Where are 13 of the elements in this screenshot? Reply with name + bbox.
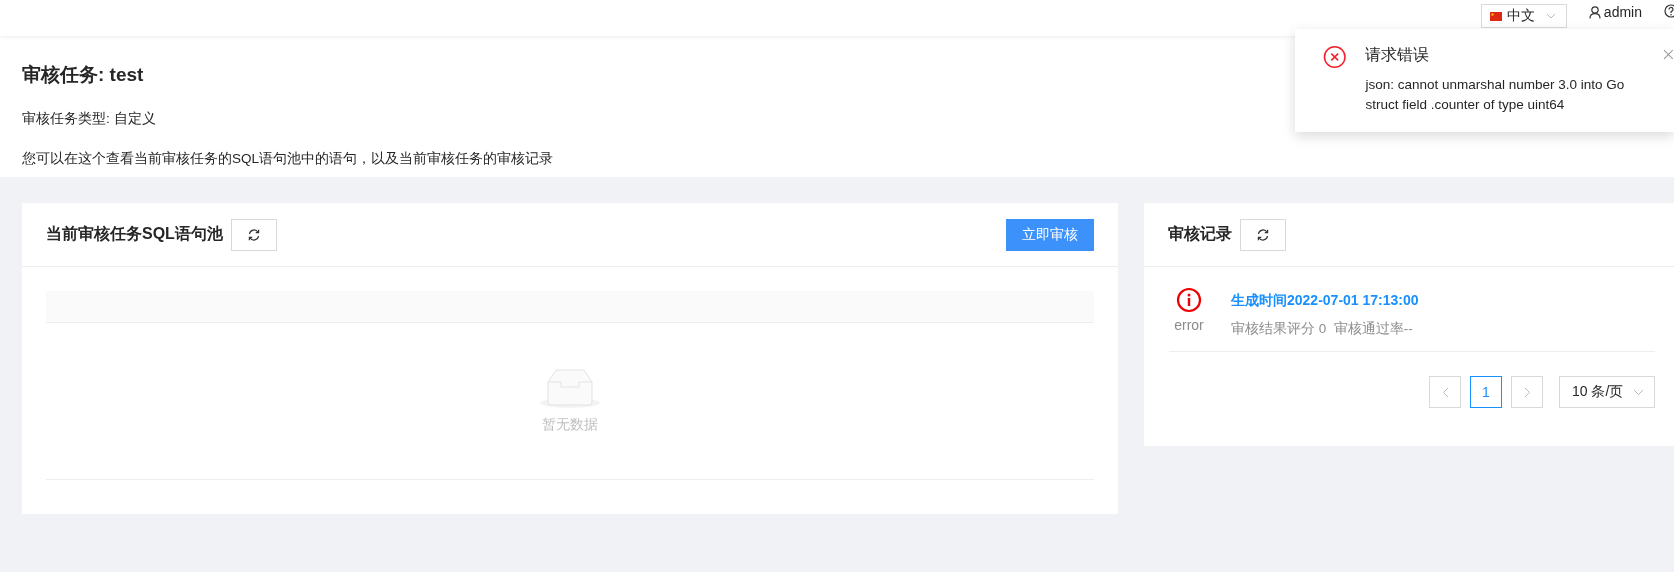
page-title: 审核任务: test bbox=[22, 63, 144, 87]
page-description: 您可以在这个查看当前审核任务的SQL语句池中的语句，以及当前审核任务的审核记录 bbox=[22, 150, 553, 168]
language-select[interactable]: 中文 bbox=[1480, 4, 1567, 28]
task-type: 审核任务类型: 自定义 bbox=[22, 110, 156, 128]
empty-message: 暂无数据 bbox=[542, 416, 598, 434]
record-summary: 审核结果评分 0 审核通过率-- bbox=[1231, 320, 1414, 338]
page-size-select[interactable]: 10 条/页 bbox=[1559, 376, 1655, 408]
user-menu[interactable]: admin bbox=[1588, 4, 1642, 20]
card-title: 当前审核任务SQL语句池 bbox=[46, 224, 223, 244]
notification-title: 请求错误 bbox=[1365, 45, 1431, 65]
notification-message: json: cannot unmarshal number 3.0 into Go struct field .counter of type uint64 bbox=[1365, 76, 1626, 114]
card-title: 审核记录 bbox=[1168, 224, 1232, 244]
status-label: error bbox=[1174, 317, 1204, 333]
